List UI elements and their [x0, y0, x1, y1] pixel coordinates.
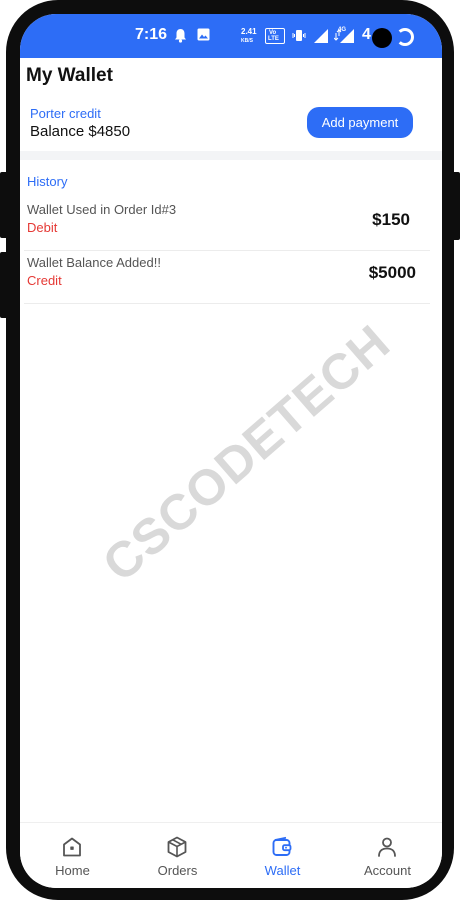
history-row-credit[interactable]: Wallet Balance Added!! Credit $5000: [24, 251, 430, 304]
history-heading: History: [27, 174, 68, 189]
bell-icon: [175, 29, 186, 43]
nav-label-account: Account: [364, 863, 411, 878]
bottom-navigation: Home Orders Wallet Account: [20, 822, 442, 888]
history-row-debit[interactable]: Wallet Used in Order Id#3 Debit $150: [24, 198, 430, 251]
screen: 7:16 2.41 KB/S Vo LTE 4G 4 My Wallet Por…: [20, 14, 442, 888]
nav-item-home[interactable]: Home: [20, 823, 125, 888]
page-title: My Wallet: [26, 65, 113, 86]
home-icon: [63, 837, 81, 857]
balance-text: Balance $4850: [30, 123, 131, 140]
nav-item-orders[interactable]: Orders: [125, 823, 230, 888]
history-amount: $150: [372, 210, 410, 229]
add-payment-button[interactable]: Add payment: [307, 107, 413, 138]
nav-item-wallet[interactable]: Wallet: [230, 823, 335, 888]
battery-ring-icon: [396, 28, 414, 46]
nav-label-wallet: Wallet: [264, 863, 301, 878]
credit-label: Porter credit: [30, 106, 101, 121]
volte-bottom-label: LTE: [268, 36, 279, 42]
history-amount: $5000: [368, 263, 416, 282]
vibrate-icon: [292, 30, 306, 41]
signal-icon: [314, 29, 328, 43]
watermark: CSCODETECH: [92, 313, 401, 593]
status-bar: 7:16 2.41 KB/S Vo LTE 4G 4: [20, 14, 442, 58]
volte-icon: Vo LTE: [265, 28, 285, 44]
image-icon: [197, 28, 210, 41]
history-type: Debit: [27, 220, 58, 235]
nav-label-orders: Orders: [157, 863, 198, 878]
phone-frame: 7:16 2.41 KB/S Vo LTE 4G 4 My Wallet Por…: [0, 0, 460, 900]
battery-level: 4: [362, 26, 371, 43]
person-icon: [378, 837, 396, 857]
history-description: Wallet Balance Added!!: [27, 255, 161, 270]
history-type: Credit: [27, 273, 62, 288]
nav-item-account[interactable]: Account: [335, 823, 440, 888]
wallet-icon: [272, 836, 292, 856]
history-description: Wallet Used in Order Id#3: [27, 202, 177, 217]
status-time: 7:16: [135, 26, 168, 43]
data-speed-value: 2.41: [241, 27, 257, 36]
camera-cutout: [372, 28, 392, 48]
signal-4g-icon: [334, 29, 354, 43]
data-speed-unit: KB/S: [241, 38, 253, 44]
nav-label-home: Home: [55, 863, 90, 878]
section-divider: [20, 151, 442, 160]
box-icon: [167, 836, 187, 858]
